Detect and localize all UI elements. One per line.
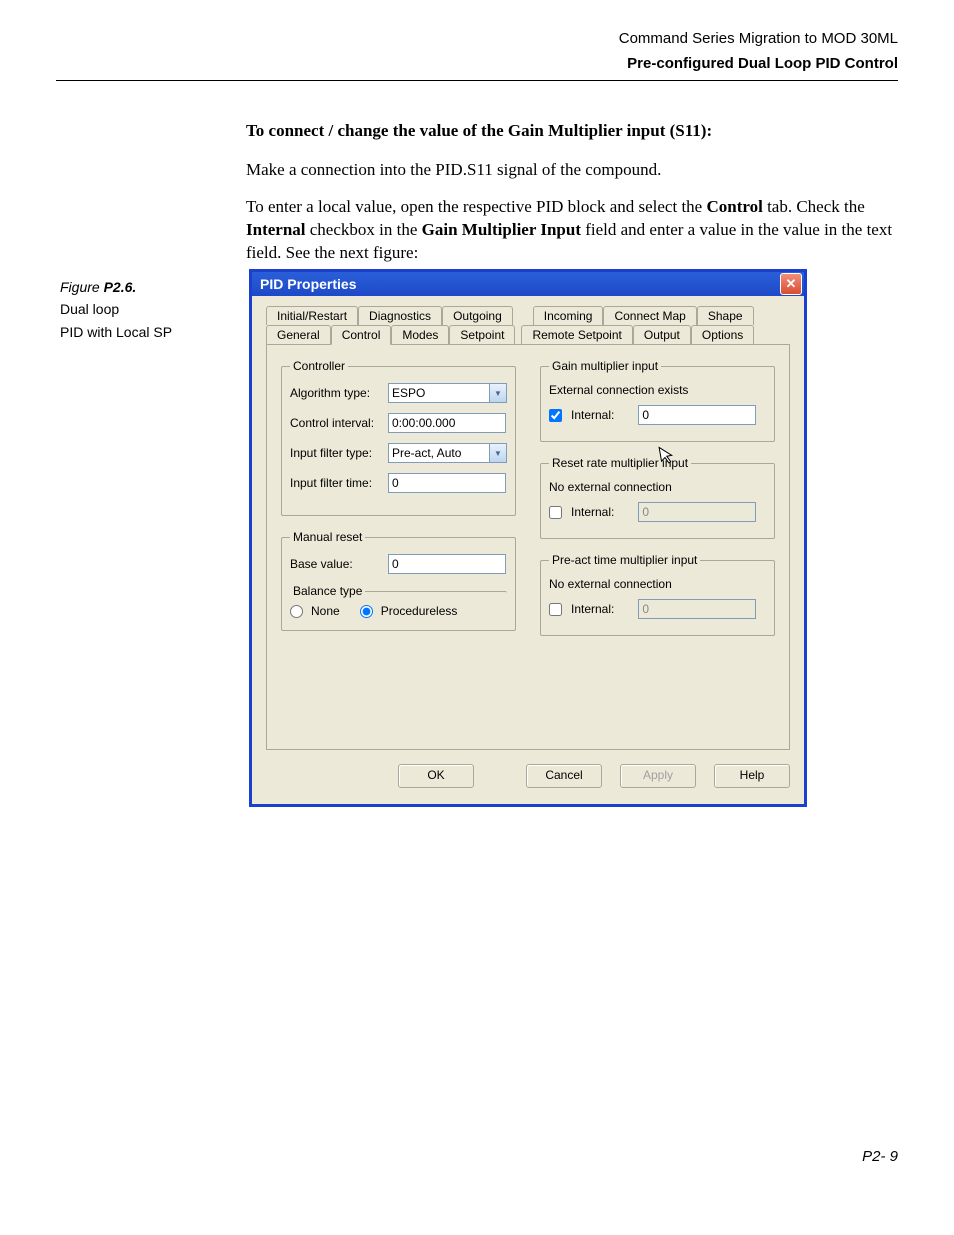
base-value-input[interactable] (388, 554, 506, 574)
tab-shape[interactable]: Shape (697, 306, 754, 325)
text-bold: Gain Multiplier Input (422, 220, 581, 239)
chevron-down-icon[interactable] (490, 443, 507, 463)
reset-internal-checkbox[interactable] (549, 506, 562, 519)
figure-caption: Figure P2.6. Dual loop PID with Local SP (60, 276, 235, 343)
pid-properties-dialog: PID Properties ✕ Initial/Restart Diagnos… (249, 269, 807, 807)
header-rule (56, 80, 898, 81)
page-number: P2- 9 (862, 1148, 898, 1165)
balance-type-legend: Balance type (290, 584, 365, 598)
text-bold: Internal (246, 220, 306, 239)
tab-outgoing[interactable]: Outgoing (442, 306, 513, 325)
reset-rate-status: No external connection (549, 480, 766, 494)
tab-diagnostics[interactable]: Diagnostics (358, 306, 442, 325)
tab-modes[interactable]: Modes (391, 325, 449, 344)
cancel-button[interactable]: Cancel (526, 764, 602, 788)
tab-remote-setpoint[interactable]: Remote Setpoint (521, 325, 632, 344)
base-value-label: Base value: (290, 557, 382, 571)
input-filter-type-value[interactable] (388, 443, 490, 463)
reset-rate-group: Reset rate multiplier input No external … (540, 456, 775, 539)
controller-group: Controller Algorithm type: Control inter… (281, 359, 516, 516)
ok-button[interactable]: OK (398, 764, 474, 788)
figure-desc-1: Dual loop (60, 298, 235, 320)
tab-general[interactable]: General (266, 325, 331, 344)
gain-multiplier-status: External connection exists (549, 383, 766, 397)
gain-internal-checkbox[interactable] (549, 409, 562, 422)
text-bold: Control (706, 197, 762, 216)
control-interval-input[interactable] (388, 413, 506, 433)
tab-initial-restart[interactable]: Initial/Restart (266, 306, 358, 325)
help-button[interactable]: Help (714, 764, 790, 788)
tab-connect-map[interactable]: Connect Map (603, 306, 696, 325)
close-icon[interactable]: ✕ (780, 273, 802, 295)
text: To enter a local value, open the respect… (246, 197, 706, 216)
section-heading: To connect / change the value of the Gai… (246, 121, 898, 141)
preact-time-legend: Pre-act time multiplier input (549, 553, 700, 567)
preact-time-status: No external connection (549, 577, 766, 591)
tab-incoming[interactable]: Incoming (533, 306, 604, 325)
balance-none-label: None (311, 604, 340, 618)
header-section-title: Pre-configured Dual Loop PID Control (56, 55, 898, 72)
tab-output[interactable]: Output (633, 325, 691, 344)
balance-none-radio[interactable] (290, 605, 303, 618)
input-filter-type-label: Input filter type: (290, 446, 382, 460)
figure-number: P2.6. (104, 279, 137, 295)
gain-multiplier-group: Gain multiplier input External connectio… (540, 359, 775, 442)
reset-rate-legend: Reset rate multiplier input (549, 456, 691, 470)
algorithm-type-value[interactable] (388, 383, 490, 403)
figure-desc-2: PID with Local SP (60, 321, 235, 343)
text: checkbox in the (306, 220, 422, 239)
tab-control[interactable]: Control (331, 325, 392, 345)
control-interval-label: Control interval: (290, 416, 382, 430)
paragraph-1: Make a connection into the PID.S11 signa… (246, 159, 898, 182)
algorithm-type-label: Algorithm type: (290, 386, 382, 400)
text: tab. Check the (763, 197, 865, 216)
manual-reset-group: Manual reset Base value: Balance type No… (281, 530, 516, 631)
preact-time-group: Pre-act time multiplier input No externa… (540, 553, 775, 636)
input-filter-time-label: Input filter time: (290, 476, 382, 490)
preact-internal-value (638, 599, 756, 619)
chevron-down-icon[interactable] (490, 383, 507, 403)
gain-internal-value[interactable] (638, 405, 756, 425)
balance-procedureless-label: Procedureless (381, 604, 458, 618)
window-title: PID Properties (260, 276, 780, 292)
figure-label: Figure (60, 279, 104, 295)
gain-internal-label: Internal: (571, 408, 614, 422)
preact-internal-label: Internal: (571, 602, 614, 616)
preact-internal-checkbox[interactable] (549, 603, 562, 616)
tab-setpoint[interactable]: Setpoint (449, 325, 515, 344)
header-doc-title: Command Series Migration to MOD 30ML (56, 30, 898, 47)
titlebar[interactable]: PID Properties ✕ (252, 272, 804, 296)
reset-internal-label: Internal: (571, 505, 614, 519)
tab-options[interactable]: Options (691, 325, 754, 344)
tab-strip: Initial/Restart Diagnostics Outgoing Inc… (266, 306, 790, 345)
gain-multiplier-legend: Gain multiplier input (549, 359, 661, 373)
paragraph-2: To enter a local value, open the respect… (246, 196, 898, 265)
apply-button[interactable]: Apply (620, 764, 696, 788)
reset-internal-value (638, 502, 756, 522)
input-filter-time-input[interactable] (388, 473, 506, 493)
controller-legend: Controller (290, 359, 348, 373)
manual-reset-legend: Manual reset (290, 530, 365, 544)
balance-procedureless-radio[interactable] (360, 605, 373, 618)
input-filter-type-combo[interactable] (388, 443, 507, 463)
algorithm-type-combo[interactable] (388, 383, 507, 403)
